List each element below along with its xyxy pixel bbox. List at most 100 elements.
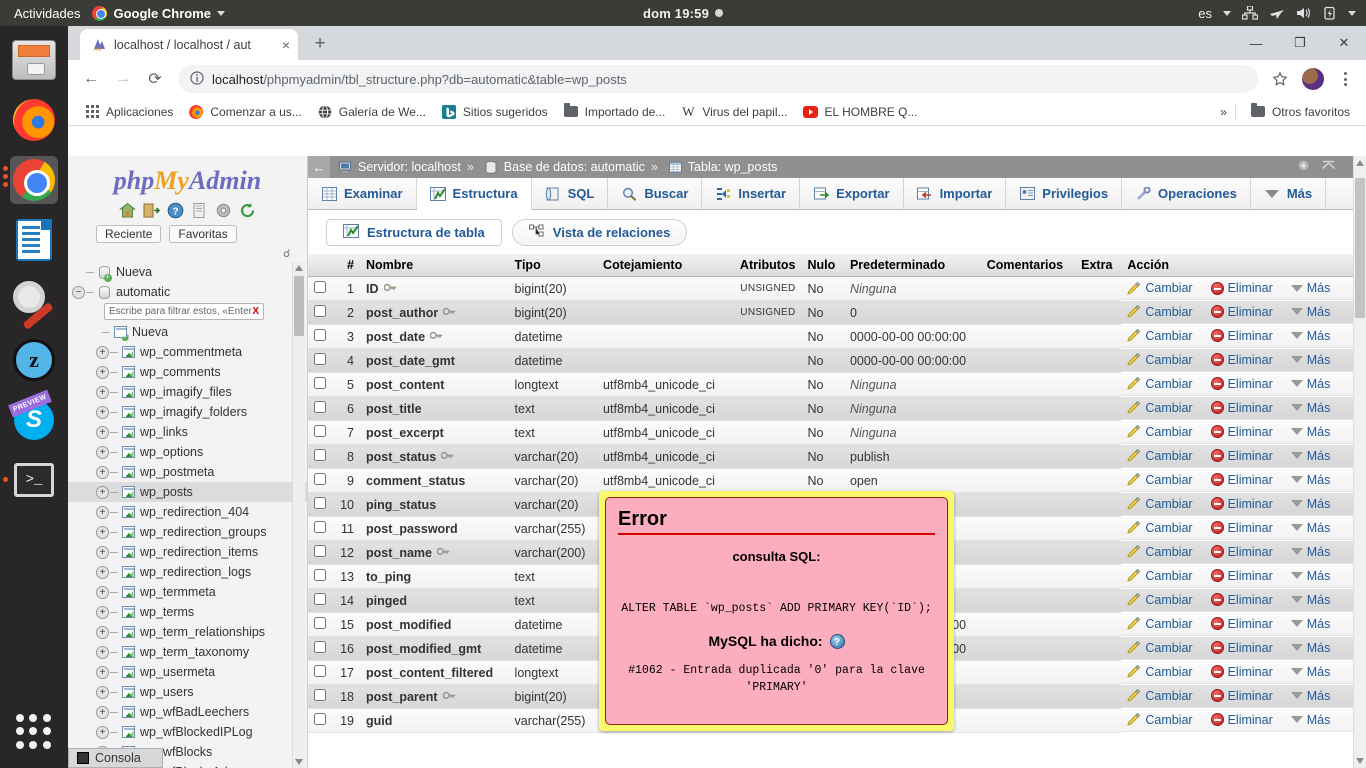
change-link[interactable]: Cambiar bbox=[1145, 641, 1192, 655]
row-checkbox[interactable] bbox=[314, 569, 326, 581]
change-action[interactable]: Cambiar bbox=[1127, 377, 1196, 391]
row-checkbox[interactable] bbox=[314, 617, 326, 629]
drop-link[interactable]: Eliminar bbox=[1228, 425, 1273, 439]
more-link[interactable]: Más bbox=[1307, 497, 1331, 511]
drop-action[interactable]: Eliminar bbox=[1210, 473, 1277, 487]
expand-toggle[interactable]: + bbox=[96, 445, 109, 459]
tree-item-wp_postmeta[interactable]: + wp_postmeta bbox=[68, 462, 307, 482]
settings-gear-icon[interactable] bbox=[1296, 158, 1311, 176]
row-column-name[interactable]: comment_status bbox=[360, 468, 509, 493]
column-header-index[interactable]: # bbox=[332, 254, 360, 277]
dock-item-libreoffice[interactable] bbox=[10, 216, 58, 264]
row-checkbox-cell[interactable] bbox=[308, 492, 332, 517]
more-action[interactable]: Más bbox=[1290, 521, 1335, 535]
drop-link[interactable]: Eliminar bbox=[1228, 545, 1273, 559]
drop-action[interactable]: Eliminar bbox=[1210, 593, 1277, 607]
scrollbar-thumb[interactable] bbox=[294, 276, 304, 336]
tree-item-wp_imagify_folders[interactable]: + wp_imagify_folders bbox=[68, 402, 307, 422]
drop-link[interactable]: Eliminar bbox=[1228, 617, 1273, 631]
tree-item-wp_usermeta[interactable]: + wp_usermeta bbox=[68, 662, 307, 682]
more-link[interactable]: Más bbox=[1307, 449, 1331, 463]
change-link[interactable]: Cambiar bbox=[1145, 665, 1192, 679]
drop-action[interactable]: Eliminar bbox=[1210, 545, 1277, 559]
back-button[interactable]: ← bbox=[76, 64, 106, 94]
more-link[interactable]: Más bbox=[1307, 377, 1331, 391]
pill-favoritas[interactable]: Favoritas bbox=[169, 225, 237, 243]
row-checkbox-cell[interactable] bbox=[308, 444, 332, 469]
row-checkbox[interactable] bbox=[314, 521, 326, 533]
drop-action[interactable]: Eliminar bbox=[1210, 329, 1277, 343]
row-checkbox-cell[interactable] bbox=[308, 372, 332, 397]
scroll-down-arrow-icon[interactable] bbox=[1356, 758, 1364, 764]
tree-item-wp_options[interactable]: + wp_options bbox=[68, 442, 307, 462]
change-action[interactable]: Cambiar bbox=[1127, 329, 1196, 343]
expand-toggle[interactable]: + bbox=[96, 625, 109, 639]
row-checkbox[interactable] bbox=[314, 641, 326, 653]
more-action[interactable]: Más bbox=[1290, 593, 1335, 607]
profile-avatar[interactable] bbox=[1302, 68, 1324, 90]
scroll-up-arrow-icon[interactable] bbox=[1356, 160, 1364, 166]
tree-item-wp_term_taxonomy[interactable]: + wp_term_taxonomy bbox=[68, 642, 307, 662]
row-checkbox-cell[interactable] bbox=[308, 420, 332, 445]
info-circle-icon[interactable] bbox=[190, 70, 204, 88]
change-link[interactable]: Cambiar bbox=[1145, 425, 1192, 439]
row-checkbox[interactable] bbox=[314, 497, 326, 509]
change-link[interactable]: Cambiar bbox=[1145, 521, 1192, 535]
column-header-cotejamiento[interactable]: Cotejamiento bbox=[597, 254, 730, 277]
dock-item-skype[interactable]: PREVIEW S bbox=[8, 389, 58, 444]
drop-action[interactable]: Eliminar bbox=[1210, 377, 1277, 391]
row-column-name[interactable]: post_parent bbox=[360, 684, 509, 709]
row-column-name[interactable]: post_date_gmt bbox=[360, 348, 509, 373]
show-applications-button[interactable] bbox=[12, 710, 56, 754]
drop-link[interactable]: Eliminar bbox=[1228, 449, 1273, 463]
docs-icon[interactable] bbox=[191, 202, 208, 219]
tree-item-wp_redirection_groups[interactable]: + wp_redirection_groups bbox=[68, 522, 307, 542]
more-action[interactable]: Más bbox=[1290, 305, 1335, 319]
tab-insertar[interactable]: Insertar bbox=[702, 178, 801, 209]
activities-button[interactable]: Actividades bbox=[0, 6, 92, 21]
row-checkbox-cell[interactable] bbox=[308, 708, 332, 733]
scroll-up-arrow-icon[interactable] bbox=[295, 265, 303, 271]
more-link[interactable]: Más bbox=[1307, 521, 1331, 535]
drop-link[interactable]: Eliminar bbox=[1228, 401, 1273, 415]
change-action[interactable]: Cambiar bbox=[1127, 401, 1196, 415]
row-checkbox-cell[interactable] bbox=[308, 396, 332, 421]
expand-toggle[interactable]: + bbox=[96, 465, 109, 479]
drop-action[interactable]: Eliminar bbox=[1210, 497, 1277, 511]
close-window-button[interactable]: ✕ bbox=[1322, 26, 1366, 60]
exit-icon[interactable] bbox=[143, 202, 161, 219]
drop-action[interactable]: Eliminar bbox=[1210, 713, 1277, 727]
drop-link[interactable]: Eliminar bbox=[1228, 329, 1273, 343]
pill-reciente[interactable]: Reciente bbox=[96, 225, 162, 243]
change-action[interactable]: Cambiar bbox=[1127, 593, 1196, 607]
dock-item-files[interactable] bbox=[10, 36, 58, 84]
change-action[interactable]: Cambiar bbox=[1127, 689, 1196, 703]
column-header-nulo[interactable]: Nulo bbox=[801, 254, 844, 277]
tree-item-wp_redirection_logs[interactable]: + wp_redirection_logs bbox=[68, 562, 307, 582]
tree-item-wp_links[interactable]: + wp_links bbox=[68, 422, 307, 442]
change-action[interactable]: Cambiar bbox=[1127, 521, 1196, 535]
change-action[interactable]: Cambiar bbox=[1127, 305, 1196, 319]
row-checkbox[interactable] bbox=[314, 593, 326, 605]
console-bar[interactable]: Consola bbox=[68, 748, 163, 768]
tab-importar[interactable]: Importar bbox=[904, 178, 1007, 209]
dock-item-bluez[interactable]: z bbox=[10, 336, 58, 384]
more-action[interactable]: Más bbox=[1290, 353, 1335, 367]
more-link[interactable]: Más bbox=[1307, 641, 1331, 655]
tree-item-database-automatic[interactable]: − automatic bbox=[68, 282, 307, 302]
drop-action[interactable]: Eliminar bbox=[1210, 617, 1277, 631]
drop-link[interactable]: Eliminar bbox=[1228, 593, 1273, 607]
change-action[interactable]: Cambiar bbox=[1127, 641, 1196, 655]
dock-item-terminal[interactable]: >_ bbox=[3, 456, 58, 504]
row-column-name[interactable]: guid bbox=[360, 708, 509, 733]
row-checkbox[interactable] bbox=[314, 665, 326, 677]
more-action[interactable]: Más bbox=[1290, 473, 1335, 487]
change-link[interactable]: Cambiar bbox=[1145, 545, 1192, 559]
more-link[interactable]: Más bbox=[1307, 569, 1331, 583]
drop-link[interactable]: Eliminar bbox=[1228, 689, 1273, 703]
airplane-mode-icon[interactable] bbox=[1269, 6, 1285, 20]
change-action[interactable]: Cambiar bbox=[1127, 353, 1196, 367]
change-link[interactable]: Cambiar bbox=[1145, 617, 1192, 631]
more-action[interactable]: Más bbox=[1290, 641, 1335, 655]
change-link[interactable]: Cambiar bbox=[1145, 305, 1192, 319]
